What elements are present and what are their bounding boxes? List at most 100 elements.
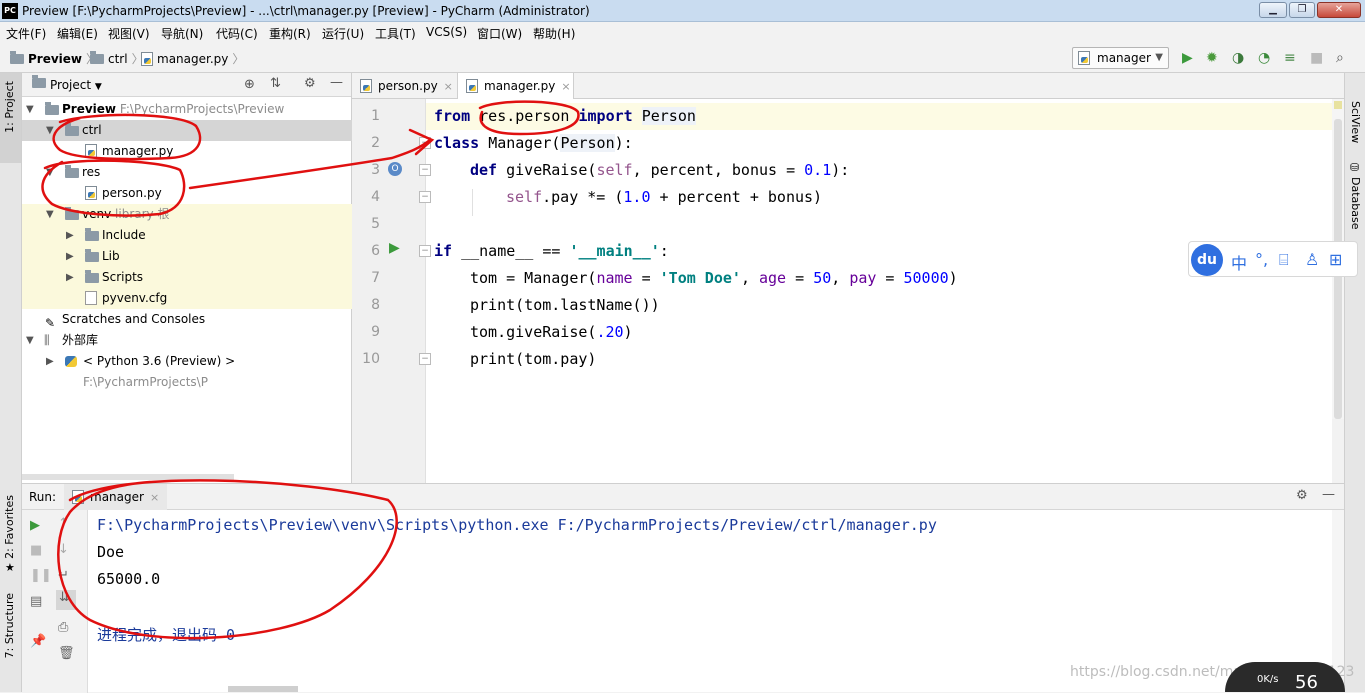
pause-icon[interactable]: ❚❚ — [30, 568, 52, 583]
sciview-tool-tab[interactable]: SciView — [1349, 101, 1362, 143]
menu-edit[interactable]: 编辑(E) — [57, 25, 98, 42]
tab-manager[interactable]: manager.py × — [458, 73, 574, 100]
fold-icon[interactable]: − — [419, 353, 431, 365]
python-file-icon — [466, 79, 478, 93]
tree-node-lib[interactable]: ▶ Lib — [22, 246, 352, 267]
user-icon[interactable]: ♙ — [1305, 250, 1319, 269]
python-file-icon — [85, 144, 97, 158]
tree-node-res[interactable]: ▼ res — [22, 162, 352, 183]
menu-code[interactable]: 代码(C) — [216, 25, 258, 42]
baidu-ime-logo-icon[interactable]: du — [1191, 244, 1223, 276]
tab-person[interactable]: person.py × — [352, 73, 458, 99]
pin-icon[interactable]: 📌 — [30, 634, 46, 649]
scroll-to-end-icon[interactable]: ⇊ — [56, 590, 76, 610]
code-editor[interactable]: 1 2 3 4 5 6 7 8 9 10 O ▶ − − − − − from … — [352, 99, 1332, 483]
override-marker-icon[interactable]: O — [388, 162, 402, 176]
folder-icon — [10, 50, 24, 64]
chevron-right-icon: ▶ — [46, 356, 54, 367]
run-configuration-select[interactable]: manager ▼ — [1072, 47, 1169, 69]
tree-node-venv[interactable]: ▼ venv library 根 — [22, 204, 352, 225]
database-icon: ⛁ — [1350, 161, 1360, 174]
close-tab-icon[interactable]: × — [561, 80, 570, 93]
menu-view[interactable]: 视图(V) — [108, 25, 150, 42]
run-icon[interactable]: ▶ — [1182, 51, 1193, 65]
concurrency-icon[interactable]: ≡ — [1284, 51, 1296, 65]
debug-icon[interactable]: ✹ — [1206, 51, 1218, 65]
menu-tools[interactable]: 工具(T) — [375, 25, 416, 42]
pycharm-logo-icon: PC — [2, 3, 18, 19]
tree-node-include[interactable]: ▶ Include — [22, 225, 352, 246]
minimize-button[interactable]: ▁ — [1259, 2, 1287, 18]
horizontal-scrollbar[interactable] — [22, 474, 234, 480]
tree-node-manager[interactable]: manager.py — [22, 141, 352, 162]
project-view-selector[interactable]: Project ▼ — [50, 78, 102, 92]
python-file-icon — [141, 51, 153, 66]
run-panel-header: Run: manager × ⚙ — — [22, 484, 1344, 510]
toolbox-icon[interactable]: ⌸ — [1279, 250, 1289, 270]
down-arrow-icon[interactable]: ↓ — [58, 542, 69, 557]
fold-icon[interactable]: − — [419, 164, 431, 176]
breadcrumb-ctrl[interactable]: ctrl 〉 — [90, 50, 144, 67]
menu-window[interactable]: 窗口(W) — [477, 25, 522, 42]
horizontal-scrollbar[interactable] — [228, 686, 298, 692]
up-arrow-icon[interactable]: ↑ — [58, 516, 69, 531]
grid-menu-icon[interactable]: ⊞ — [1329, 250, 1342, 269]
run-line-icon[interactable]: ▶ — [389, 240, 400, 256]
database-tool-tab[interactable]: Database — [1349, 177, 1362, 230]
config-file-icon — [85, 291, 97, 305]
menu-file[interactable]: 文件(F) — [6, 25, 46, 42]
gear-icon[interactable]: ⚙ — [1296, 488, 1308, 503]
collapse-all-icon[interactable]: ⇅ — [270, 76, 281, 91]
project-tool-tab[interactable]: 1: Project — [3, 81, 16, 133]
trash-icon[interactable]: 🗑 — [58, 646, 75, 661]
folder-icon — [65, 123, 79, 136]
menu-navigate[interactable]: 导航(N) — [161, 25, 203, 42]
run-tab-manager[interactable]: manager × — [64, 484, 168, 510]
close-tab-icon[interactable]: × — [150, 491, 159, 504]
menu-refactor[interactable]: 重构(R) — [269, 25, 311, 42]
run-command-line: F:\PycharmProjects\Preview\venv\Scripts\… — [97, 516, 937, 534]
menu-run[interactable]: 运行(U) — [322, 25, 364, 42]
tree-node-preview[interactable]: ▼ Preview F:\PycharmProjects\Preview — [22, 99, 352, 120]
locate-icon[interactable]: ⊕ — [244, 77, 255, 92]
menu-vcs[interactable]: VCS(S) — [426, 25, 467, 39]
favorites-tool-tab[interactable]: 2: Favorites — [3, 495, 16, 559]
tree-node-person[interactable]: person.py — [22, 183, 352, 204]
ime-mode-toggle[interactable]: 中 — [1231, 250, 1247, 274]
chevron-down-icon: ▼ — [46, 209, 54, 220]
stop-icon[interactable]: ■ — [1310, 51, 1323, 65]
structure-tool-tab[interactable]: 7: Structure — [3, 593, 16, 658]
soft-wrap-icon[interactable]: ↵ — [58, 568, 69, 583]
right-tool-stripe: SciView ⛁ Database — [1344, 73, 1365, 692]
tree-node-ctrl[interactable]: ▼ ctrl — [22, 120, 352, 141]
coverage-icon[interactable]: ◑ — [1232, 51, 1244, 65]
title-bar: PC Preview [F:\PycharmProjects\Preview] … — [0, 0, 1365, 22]
chevron-down-icon: ▼ — [26, 335, 34, 346]
tree-node-python-sdk[interactable]: ▶ < Python 3.6 (Preview) > F:\PycharmPro… — [22, 351, 352, 389]
breadcrumb-preview[interactable]: Preview〉 — [10, 50, 98, 67]
punctuation-icon[interactable]: °, — [1255, 250, 1268, 269]
tree-node-scratches[interactable]: ✎ Scratches and Consoles — [22, 309, 352, 330]
fold-icon[interactable]: − — [419, 191, 431, 203]
hide-panel-icon[interactable]: — — [330, 75, 343, 90]
stop-icon[interactable]: ■ — [30, 543, 42, 558]
breadcrumb-manager[interactable]: manager.py 〉 — [141, 50, 244, 67]
gear-icon[interactable]: ⚙ — [304, 76, 316, 91]
close-tab-icon[interactable]: × — [444, 80, 453, 93]
maximize-button[interactable]: ❐ — [1289, 2, 1315, 18]
close-window-button[interactable]: ✕ — [1317, 2, 1361, 18]
profile-icon[interactable]: ◔ — [1258, 51, 1270, 65]
tree-node-scripts[interactable]: ▶ Scripts — [22, 267, 352, 288]
rerun-icon[interactable]: ▶ — [30, 518, 40, 533]
print-icon[interactable]: ⎙ — [58, 620, 68, 635]
fold-icon[interactable]: − — [419, 245, 431, 257]
chevron-down-icon: ▼ — [1155, 52, 1163, 63]
search-icon[interactable]: ⌕ — [1336, 51, 1344, 65]
layout-icon[interactable]: ▤ — [30, 594, 42, 609]
hide-panel-icon[interactable]: — — [1322, 487, 1335, 502]
tree-node-external-libraries[interactable]: ▼ ⫼ 外部库 — [22, 330, 352, 351]
chevron-down-icon: ▼ — [26, 104, 34, 115]
tree-node-pyvenv[interactable]: pyvenv.cfg — [22, 288, 352, 309]
menu-help[interactable]: 帮助(H) — [533, 25, 575, 42]
fold-icon[interactable]: − — [419, 137, 431, 149]
